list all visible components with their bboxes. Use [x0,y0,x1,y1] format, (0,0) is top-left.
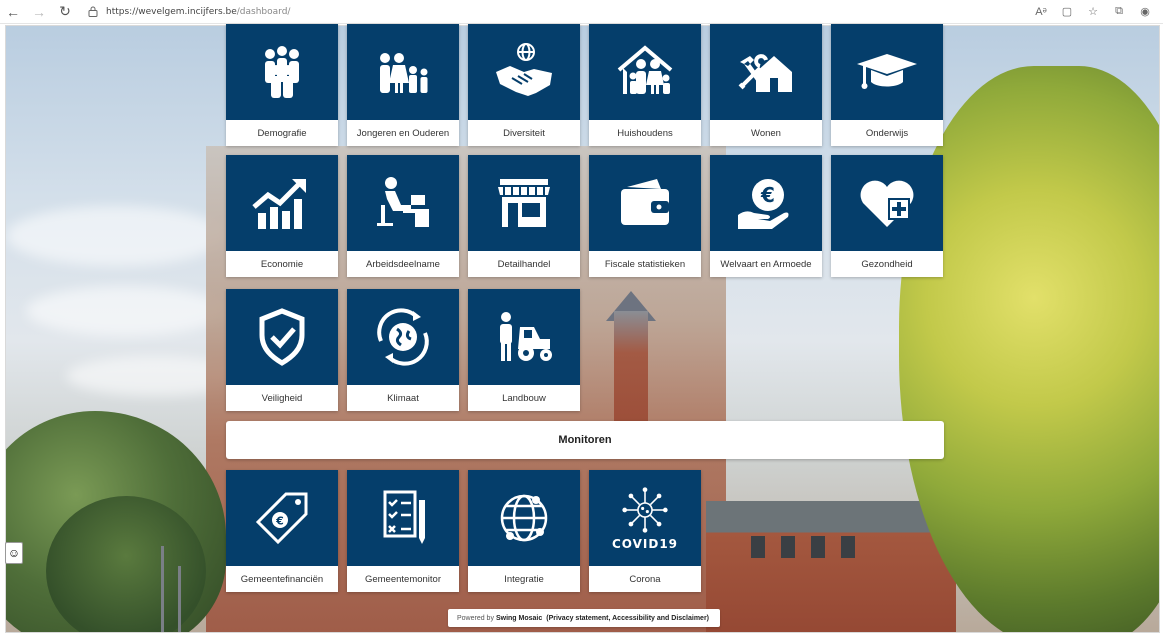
storefront-icon [468,155,580,251]
euro-tag-icon: € [226,470,338,566]
monitors-heading-bar: Monitoren [226,421,944,459]
tile-label: Landbouw [502,392,546,404]
lock-icon[interactable] [86,5,100,19]
background-photo [5,25,1160,633]
footer-brand-link[interactable]: Swing Mosaic [496,615,542,622]
shield-check-icon [226,289,338,385]
profile-icon[interactable]: ◉ [1137,5,1153,18]
family-icon [347,24,459,120]
tile-label: Diversiteit [503,127,545,139]
tile-label: Detailhandel [497,258,551,270]
people-group-icon [226,24,338,120]
tile-gemeentefinancien[interactable]: € Gemeentefinanciën [226,470,338,592]
growth-chart-icon [226,155,338,251]
tile-landbouw[interactable]: Landbouw [468,289,580,411]
tile-jongeren-ouderen[interactable]: Jongeren en Ouderen [347,24,459,146]
footer-links[interactable]: (Privacy statement, Accessibility and Di… [546,615,709,622]
tile-label: Welvaart en Armoede [720,258,812,270]
tile-fiscale-statistieken[interactable]: Fiscale statistieken [589,155,701,277]
office-worker-icon [347,155,459,251]
favorites-star-icon[interactable]: ☆ [1085,5,1101,18]
tile-corona[interactable]: COVID19 Corona [589,470,701,592]
farmer-tractor-icon [468,289,580,385]
feedback-smiley-icon[interactable]: ☺ [5,542,23,564]
graduation-cap-icon [831,24,943,120]
tile-label: Onderwijs [865,127,909,139]
tile-label: Economie [260,258,304,270]
tile-onderwijs[interactable]: Onderwijs [831,24,943,146]
forward-arrow-icon[interactable]: → [26,0,52,24]
tile-label: Gezondheid [861,258,913,270]
globe-cycle-icon [347,289,459,385]
tab-icon[interactable]: ▢ [1059,5,1075,18]
heart-plus-icon [831,155,943,251]
url-host: https://wevelgem.incijfers.be [106,6,237,17]
household-icon [589,24,701,120]
tile-label: Gemeentemonitor [364,573,442,585]
tile-label: Corona [629,573,661,585]
covid-icon-text: COVID19 [611,537,679,551]
tile-label: Veiligheid [261,392,303,404]
monitors-heading: Monitoren [558,434,612,446]
tile-welvaart-armoede[interactable]: € Welvaart en Armoede [710,155,822,277]
tile-wonen[interactable]: Wonen [710,24,822,146]
collections-icon[interactable]: ⧉ [1111,5,1127,18]
tile-label: Gemeentefinanciën [240,573,324,585]
tile-economie[interactable]: Economie [226,155,338,277]
tile-label: Fiscale statistieken [604,258,686,270]
euro-hand-icon: € [710,155,822,251]
house-tools-icon [710,24,822,120]
read-aloud-icon[interactable]: Aᵊ [1033,6,1049,18]
tile-label: Integratie [504,573,544,585]
tile-label: Huishoudens [617,127,673,139]
tile-label: Arbeidsdeelname [366,258,440,270]
checklist-icon [347,470,459,566]
tile-diversiteit[interactable]: Diversiteit [468,24,580,146]
address-bar[interactable]: https://wevelgem.incijfers.be/dashboard/ [106,7,290,17]
tile-label: Wonen [751,127,781,139]
reload-icon[interactable]: ↻ [52,0,78,24]
tile-detailhandel[interactable]: Detailhandel [468,155,580,277]
covid-virus-icon: COVID19 [589,470,701,566]
browser-toolbar: ← → ↻ https://wevelgem.incijfers.be/dash… [0,0,1163,24]
tile-label: Klimaat [387,392,419,404]
handshake-globe-icon [468,24,580,120]
url-path: /dashboard/ [236,6,291,17]
tile-klimaat[interactable]: Klimaat [347,289,459,411]
svg-text:€: € [275,515,284,528]
wallet-icon [589,155,701,251]
tile-gezondheid[interactable]: Gezondheid [831,155,943,277]
tile-veiligheid[interactable]: Veiligheid [226,289,338,411]
tile-label: Jongeren en Ouderen [356,127,450,139]
tile-demografie[interactable]: Demografie [226,24,338,146]
footer-prefix: Powered by [456,614,494,622]
tile-huishoudens[interactable]: Huishoudens [589,24,701,146]
globe-people-icon [468,470,580,566]
tile-arbeidsdeelname[interactable]: Arbeidsdeelname [347,155,459,277]
tile-label: Demografie [257,127,307,139]
back-arrow-icon[interactable]: ← [0,0,26,24]
svg-text:€: € [760,183,775,207]
tile-integratie[interactable]: Integratie [468,470,580,592]
footer-credits: Powered by Swing Mosaic (Privacy stateme… [448,609,720,627]
tile-gemeentemonitor[interactable]: Gemeentemonitor [347,470,459,592]
